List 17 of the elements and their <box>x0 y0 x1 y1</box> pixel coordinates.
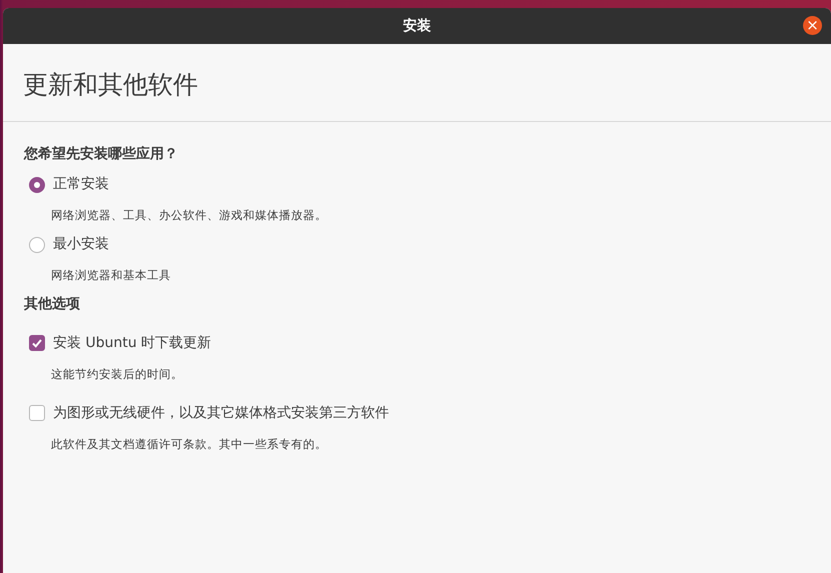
option-label: 正常安装 <box>53 175 109 194</box>
option-label: 最小安装 <box>53 235 109 254</box>
option-description: 这能节约安装后的时间。 <box>50 366 184 382</box>
radio-button[interactable] <box>29 176 45 192</box>
section-heading: 您希望先安装哪些应用？ <box>24 144 179 164</box>
checkbox[interactable] <box>29 335 45 351</box>
close-button[interactable]: × <box>803 16 822 35</box>
radio-button[interactable] <box>29 236 45 253</box>
option-description: 网络浏览器、工具、办公软件、游戏和媒体播放器。 <box>50 207 328 224</box>
page-title: 更新和其他软件 <box>22 69 199 101</box>
option-label: 为图形或无线硬件，以及其它媒体格式安装第三方软件 <box>53 404 389 423</box>
section-heading: 其他选项 <box>24 294 81 314</box>
checkbox[interactable] <box>29 405 45 422</box>
window-title: 安装 <box>403 16 431 36</box>
option-description: 网络浏览器和基本工具 <box>50 267 172 284</box>
option-label: 安装 Ubuntu 时下载更新 <box>53 334 212 352</box>
option-description: 此软件及其文档遵循许可条款。其中一些系专有的。 <box>50 436 328 453</box>
